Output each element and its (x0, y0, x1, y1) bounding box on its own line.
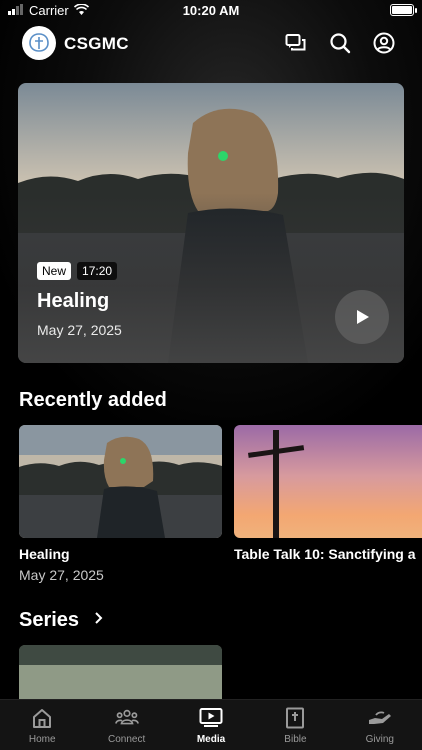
chevron-right-icon (91, 611, 105, 630)
featured-title: Healing (37, 290, 110, 312)
play-button[interactable] (335, 290, 389, 344)
account-icon[interactable] (372, 31, 396, 55)
giving-hand-icon (368, 706, 392, 730)
featured-date: May 27, 2025 (37, 322, 122, 338)
duration-badge: 17:20 (77, 262, 118, 280)
status-time: 10:20 AM (182, 3, 240, 18)
play-icon (357, 310, 369, 324)
tab-label: Media (196, 734, 226, 745)
series-heading: Series (19, 609, 80, 631)
tab-label: Home (28, 734, 56, 745)
tab-bar: Home Connect Media Bible Giving (0, 699, 422, 750)
tab-giving[interactable]: Giving (338, 700, 422, 750)
media-thumbnail[interactable] (234, 425, 422, 538)
bible-icon (283, 706, 307, 730)
logo-mark-icon (29, 33, 49, 52)
series-header[interactable]: Series (19, 609, 105, 632)
series-thumbnail[interactable] (19, 645, 222, 705)
tv-play-icon (199, 706, 223, 730)
tab-home[interactable]: Home (0, 700, 84, 750)
recently-added-heading: Recently added (19, 389, 167, 411)
featured-card[interactable]: New 17:20 Healing May 27, 2025 (18, 83, 404, 363)
featured-badges: New 17:20 (37, 262, 118, 280)
tab-label: Giving (365, 734, 394, 745)
header-actions (284, 31, 396, 55)
media-title[interactable]: Table Talk 10: Sanctifying a (234, 546, 416, 562)
battery-icon (390, 4, 417, 16)
tab-label: Bible (284, 734, 307, 745)
media-thumbnail[interactable] (19, 425, 222, 538)
app-title: CSGMC (64, 34, 129, 53)
chat-icon[interactable] (284, 31, 308, 55)
media-date: May 27, 2025 (19, 567, 104, 583)
tab-bible[interactable]: Bible (253, 700, 337, 750)
search-icon[interactable] (328, 31, 352, 55)
status-bar: Carrier 10:20 AM (0, 0, 422, 22)
tab-media[interactable]: Media (169, 700, 253, 750)
new-badge: New (37, 262, 72, 280)
tab-connect[interactable]: Connect (84, 700, 168, 750)
home-icon (30, 706, 54, 730)
tab-label: Connect (107, 734, 146, 745)
people-icon (114, 706, 139, 730)
app-bar: CSGMC (0, 26, 422, 62)
church-logo[interactable] (22, 26, 56, 60)
media-title[interactable]: Healing (19, 546, 70, 562)
